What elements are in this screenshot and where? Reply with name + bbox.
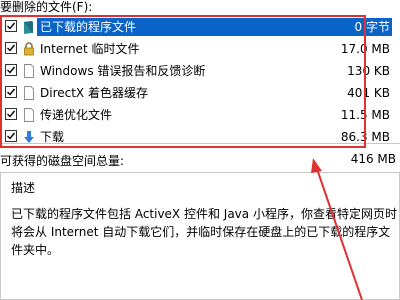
list-item-internet-temp-files[interactable]: Internet 临时文件 17.0 MB [0, 38, 400, 60]
item-size: 17.0 MB [340, 42, 390, 56]
list-item-windows-error-reports[interactable]: Windows 错误报告和反馈诊断 130 KB [0, 60, 400, 82]
checkbox[interactable] [5, 42, 17, 54]
list-item-downloads[interactable]: 下载 86.3 MB [0, 126, 400, 146]
checkbox[interactable] [5, 64, 17, 76]
item-label: 传递优化文件 [40, 108, 113, 122]
list-item-delivery-optimization[interactable]: 传递优化文件 11.5 MB [0, 104, 400, 126]
file-icon [24, 108, 34, 122]
item-size: 0 字节 [354, 20, 390, 34]
item-size: 86.3 MB [340, 130, 390, 144]
summary-value: 416 MB [350, 152, 396, 166]
list-item-directx-shader-cache[interactable]: DirectX 着色器缓存 401 KB [0, 82, 400, 104]
item-label: Internet 临时文件 [40, 42, 140, 56]
files-to-delete-heading: 要删除的文件(F): [0, 0, 93, 14]
checkbox[interactable] [5, 108, 17, 120]
item-size: 11.5 MB [340, 108, 390, 122]
description-text: 已下载的程序文件包括 ActiveX 控件和 Java 小程序，你查看特定网页时… [11, 207, 397, 257]
item-label: DirectX 着色器缓存 [40, 86, 148, 100]
checkbox[interactable] [5, 130, 17, 142]
folder-icon [24, 21, 33, 34]
item-size: 401 KB [347, 86, 390, 100]
item-label: 下载 [40, 130, 65, 144]
file-list[interactable]: 已下载的程序文件 0 字节 Internet 临时文件 17.0 MB Wind… [0, 14, 400, 146]
item-label: Windows 错误报告和反馈诊断 [40, 64, 206, 78]
item-size: 130 KB [347, 64, 390, 78]
file-icon [24, 64, 34, 78]
download-arrow-icon [24, 131, 34, 143]
file-icon [24, 86, 34, 100]
description-group: 描述 已下载的程序文件包括 ActiveX 控件和 Java 小程序，你查看特定… [0, 172, 400, 300]
summary-label: 可获得的磁盘空间总量: [0, 154, 125, 168]
item-label: 已下载的程序文件 [40, 20, 137, 34]
description-title: 描述 [11, 181, 36, 195]
disk-space-summary: 可获得的磁盘空间总量: 416 MB [0, 152, 400, 168]
lock-icon [24, 42, 34, 56]
list-item-downloaded-program-files[interactable]: 已下载的程序文件 0 字节 [0, 16, 400, 38]
checkbox[interactable] [5, 20, 17, 32]
checkbox[interactable] [5, 86, 17, 98]
